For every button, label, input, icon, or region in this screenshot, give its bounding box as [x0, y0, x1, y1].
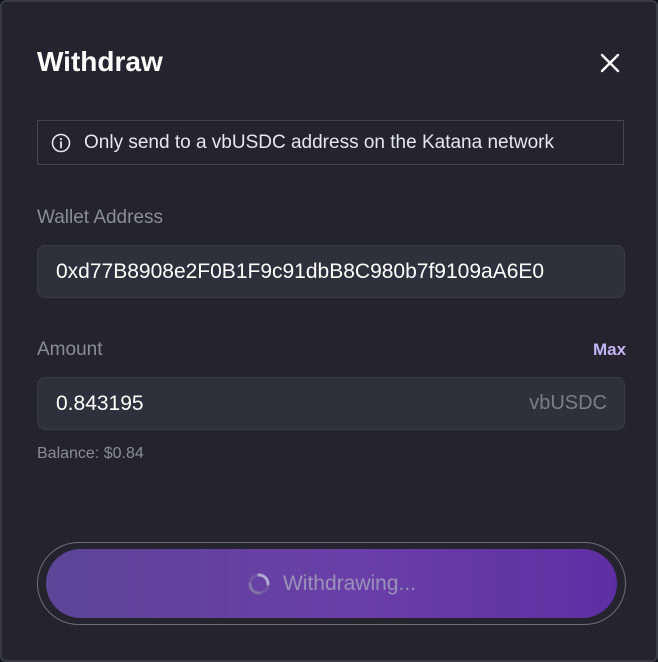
max-button[interactable]: Max — [593, 340, 626, 360]
info-icon — [51, 133, 71, 153]
dialog-title: Withdraw — [37, 46, 163, 77]
amount-value: 0.843195 — [56, 391, 144, 415]
wallet-address-input[interactable]: 0xd77B8908e2F0B1F9c91dbB8C980b7f9109aA6E… — [37, 245, 625, 298]
loading-spinner-icon — [247, 572, 271, 596]
wallet-address-label: Wallet Address — [37, 207, 164, 228]
amount-input[interactable]: 0.843195 vbUSDC — [37, 377, 625, 430]
withdraw-button[interactable]: Withdrawing... — [46, 549, 617, 618]
wallet-address-value: 0xd77B8908e2F0B1F9c91dbB8C980b7f9109aA6E… — [56, 259, 545, 283]
amount-label: Amount — [37, 339, 103, 360]
balance-text: Balance: $0.84 — [37, 445, 144, 462]
withdraw-button-frame: Withdrawing... — [37, 542, 626, 625]
notice-text: Only send to a vbUSDC address on the Kat… — [84, 131, 554, 153]
close-button[interactable] — [596, 49, 624, 77]
withdraw-button-label: Withdrawing... — [282, 571, 417, 595]
withdraw-dialog: Withdraw Only send to a vbUSDC address o… — [0, 0, 658, 662]
close-icon — [600, 53, 620, 73]
network-notice: Only send to a vbUSDC address on the Kat… — [37, 120, 624, 165]
amount-unit: vbUSDC — [529, 392, 607, 414]
